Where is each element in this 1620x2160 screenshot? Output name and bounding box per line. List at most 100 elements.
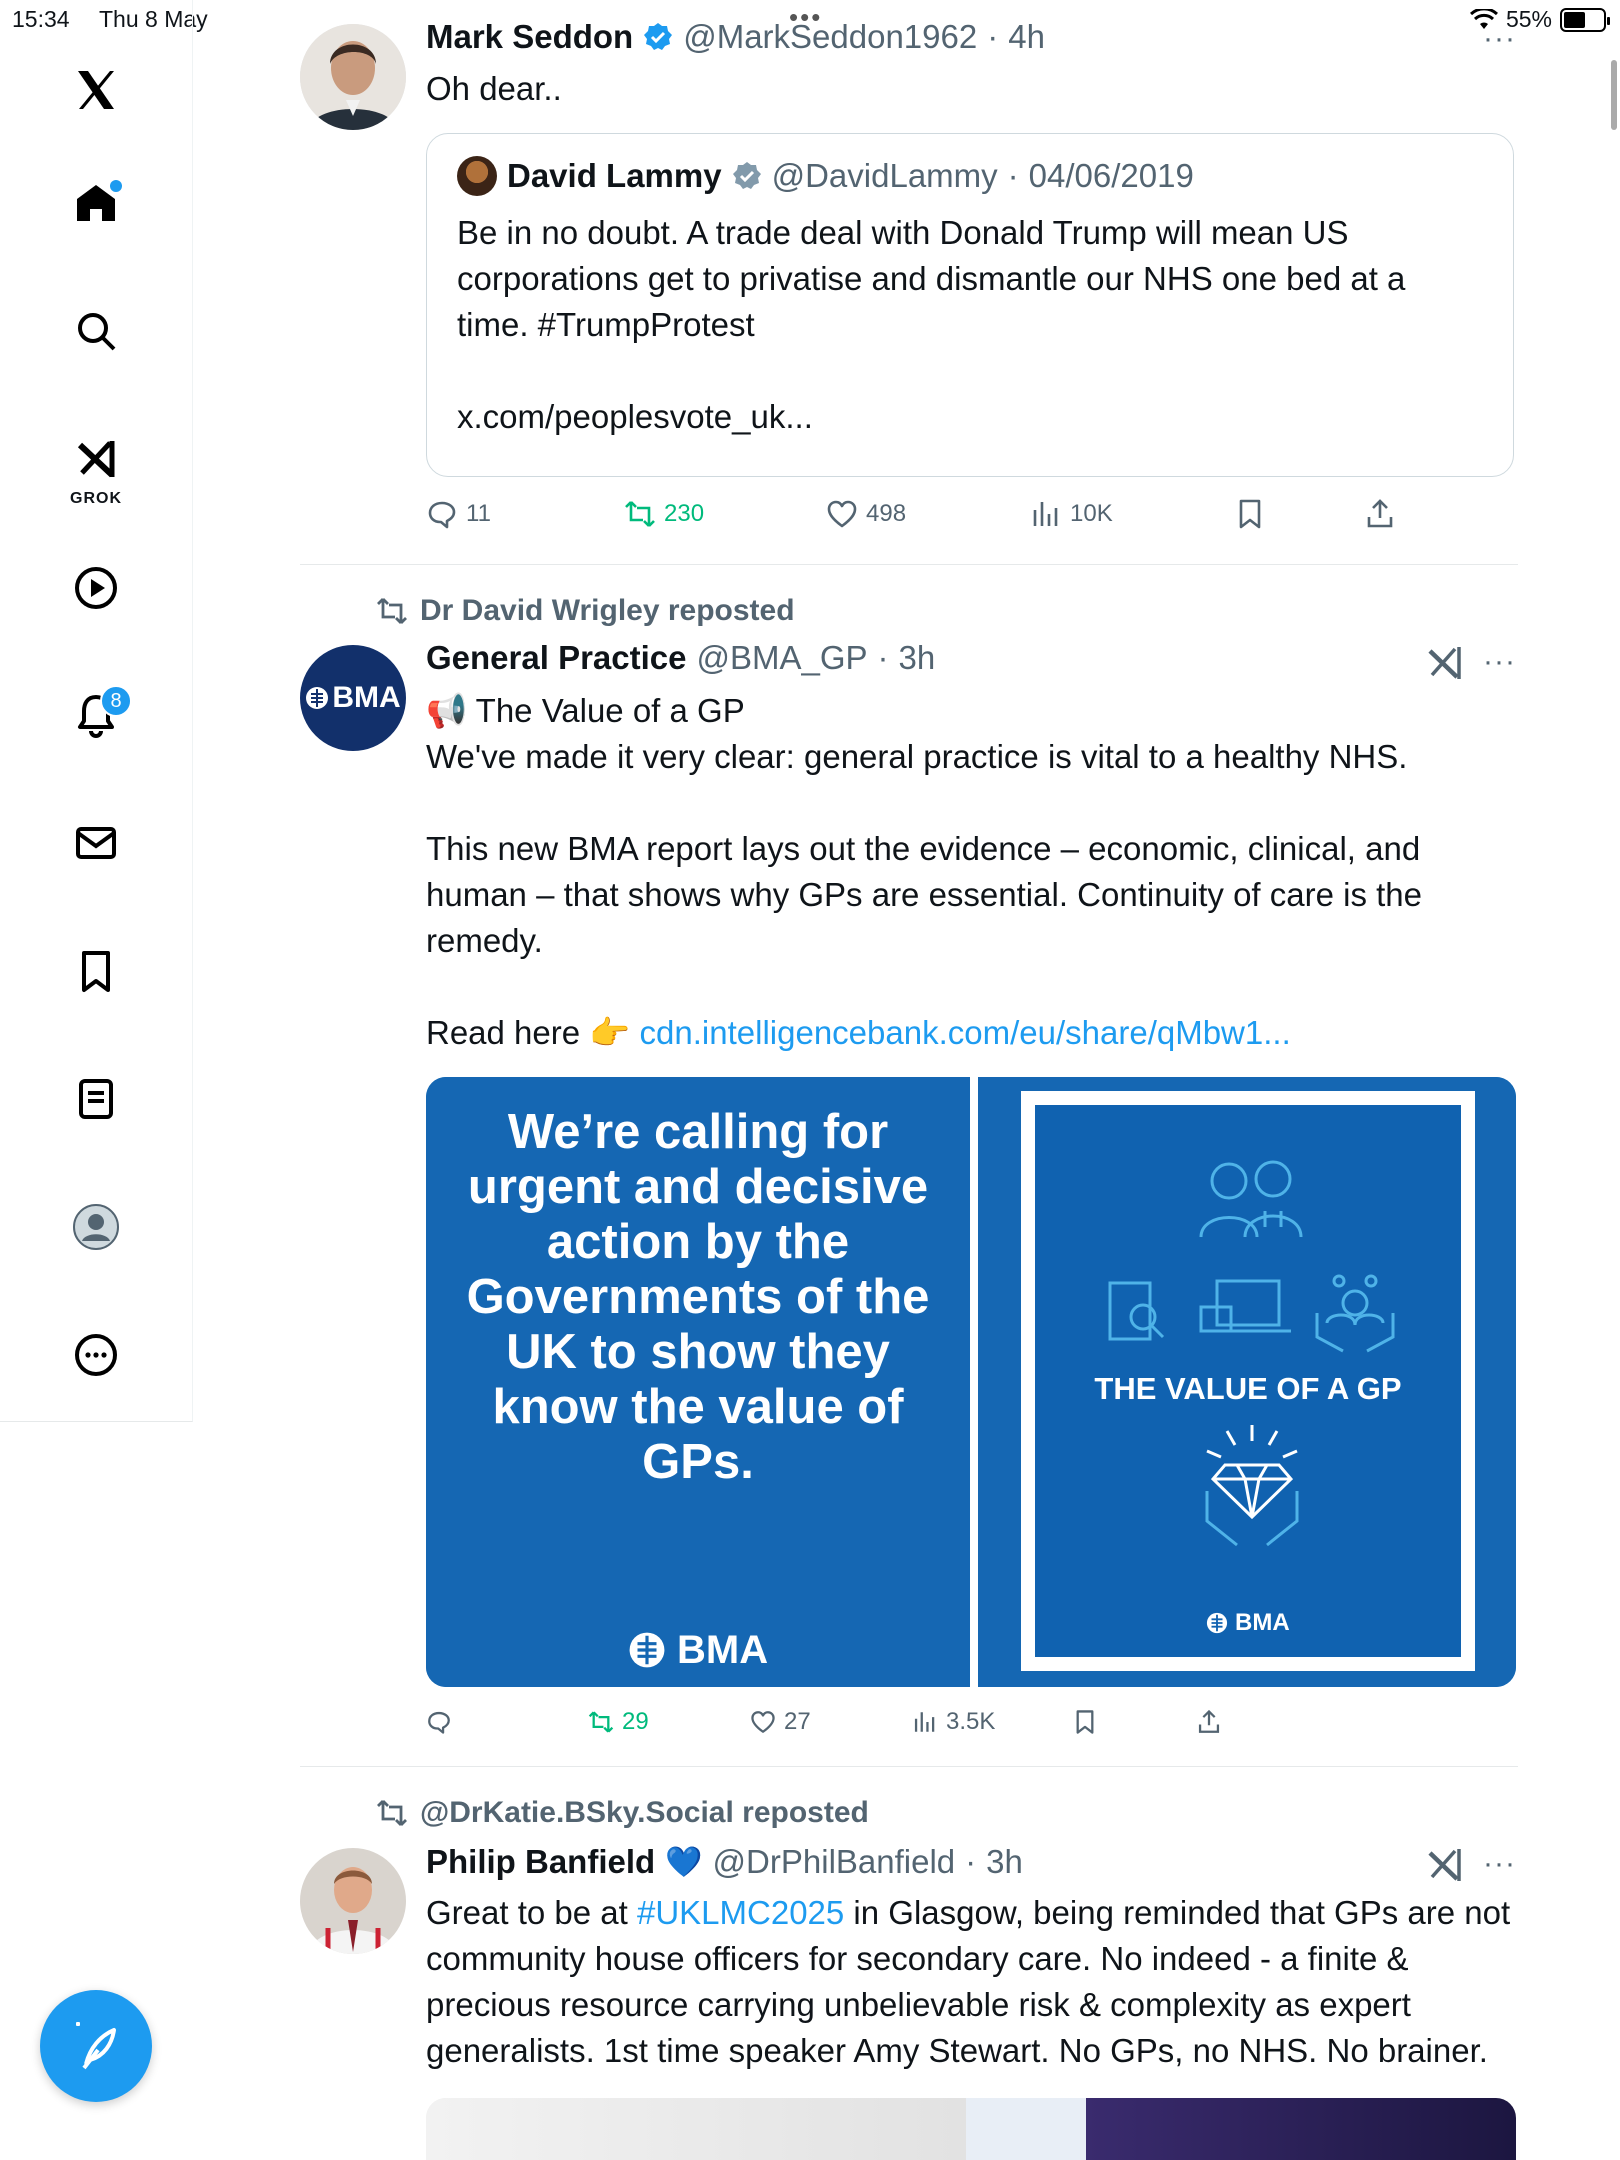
scrollbar[interactable] [1611, 60, 1617, 130]
tweet-2-sep: · [877, 639, 889, 676]
views-count: 10K [1070, 500, 1113, 527]
grok-nav-item[interactable]: GROK [56, 418, 136, 514]
lists-icon[interactable] [56, 1059, 136, 1139]
notifications-bell-icon[interactable]: 8 [56, 675, 136, 755]
tweet-3-text: Great to be at #UKLMC2025 in Glasgow, be… [426, 1890, 1520, 2074]
bookmark-icon [1076, 1710, 1094, 1734]
quote-date: 04/06/2019 [1028, 157, 1194, 194]
reply-button[interactable]: 11 [426, 498, 624, 530]
tweet-1-handle[interactable]: @MarkSeddon1962 [683, 18, 977, 56]
report-cover-title: THE VALUE OF A GP [1094, 1371, 1402, 1406]
tweet-2-media[interactable]: We’re calling for urgent and decisive ac… [426, 1077, 1516, 1687]
tweet-3-author-name[interactable]: Philip Banfield [426, 1843, 655, 1881]
share-icon [1198, 1709, 1220, 1733]
repost-button[interactable]: 29 [588, 1708, 750, 1736]
bma-avatar-logo: BMA [305, 681, 401, 715]
avatar-philip-banfield[interactable] [300, 1848, 406, 1954]
repost-button[interactable]: 230 [624, 498, 826, 530]
quote-avatar [457, 156, 497, 196]
share-button[interactable] [1364, 498, 1396, 530]
video-play-icon[interactable] [56, 548, 136, 628]
reply-button[interactable] [426, 1709, 588, 1735]
tweet-3-grok-icon[interactable] [1425, 1845, 1465, 1885]
tweet-1-more-icon[interactable]: ··· [1483, 22, 1516, 56]
views-count: 3.5K [946, 1708, 996, 1735]
x-logo-icon[interactable] [56, 50, 136, 130]
reply-icon [428, 501, 456, 529]
report-cover-brand: BMA [1035, 1609, 1461, 1637]
tweet-2-reposted-by: Dr David Wrigley reposted [420, 594, 795, 627]
tweet-2-body: 📢 The Value of a GP We've made it very c… [426, 688, 1516, 1056]
quote-sep: · [1007, 157, 1019, 194]
quoted-tweet-card[interactable]: David Lammy @DavidLammy · 04/06/2019 Be … [426, 133, 1514, 477]
tweet-divider [300, 1766, 1518, 1767]
tweet-3-header: Philip Banfield 💙 @DrPhilBanfield · 3h [426, 1843, 1023, 1881]
tweet-2-header: General Practice @BMA_GP · 3h [426, 639, 935, 677]
quote-link[interactable]: x.com/peoplesvote_uk... [457, 394, 1483, 440]
profile-avatar-icon[interactable] [56, 1187, 136, 1267]
tweet-2-handle[interactable]: @BMA_GP [697, 639, 868, 677]
repost-indicator-icon [377, 598, 407, 624]
share-button[interactable] [1196, 1709, 1222, 1735]
tweet-3-repost-indicator[interactable]: @DrKatie.BSky.Social reposted [376, 1796, 869, 1830]
compose-post-button[interactable] [40, 1990, 152, 2102]
tweet-1-time[interactable]: 4h [1008, 18, 1045, 56]
like-count: 27 [784, 1708, 811, 1735]
bma-logo-icon [629, 1632, 665, 1668]
tweet-3-media-preview[interactable] [426, 2098, 1516, 2160]
messages-envelope-icon[interactable] [56, 803, 136, 883]
media-image-left[interactable]: We’re calling for urgent and decisive ac… [426, 1077, 970, 1687]
bookmarks-icon[interactable] [56, 931, 136, 1011]
diamond-hands-icon [1205, 1425, 1299, 1547]
home-icon[interactable] [56, 163, 136, 243]
tweet-2-actions: 29 27 3.5K [426, 1708, 1222, 1736]
report-cover: THE VALUE OF A GP BMA [1021, 1091, 1475, 1671]
home-unread-dot [110, 180, 122, 192]
bma-logo-icon [306, 687, 329, 709]
tweet-3-reposted-by: @DrKatie.BSky.Social reposted [420, 1796, 869, 1829]
repost-count: 29 [622, 1708, 649, 1735]
avatar-mark-seddon[interactable] [300, 24, 406, 130]
views-button[interactable]: 3.5K [912, 1708, 1072, 1736]
media-left-brand-label: BMA [677, 1628, 769, 1672]
report-cover-brand-label: BMA [1235, 1609, 1290, 1636]
like-button[interactable]: 27 [750, 1708, 912, 1736]
tweet-2-grok-icon[interactable] [1425, 643, 1465, 683]
share-icon [1367, 499, 1393, 528]
tweet-2-link[interactable]: cdn.intelligencebank.com/eu/share/qMbw1.… [640, 1014, 1291, 1051]
tweet-3-hashtag[interactable]: #UKLMC2025 [637, 1894, 844, 1931]
tweet-2-time[interactable]: 3h [899, 639, 936, 677]
bookmark-button[interactable] [1072, 1709, 1196, 1735]
tweet-3-more-icon[interactable]: ··· [1483, 1847, 1516, 1881]
media-left-callout: We’re calling for urgent and decisive ac… [466, 1105, 930, 1489]
tweet-2-author-name[interactable]: General Practice [426, 639, 687, 677]
tweet-1-actions: 11 230 498 10K [426, 498, 1396, 530]
tweet-2-title: 📢 The Value of a GP [426, 692, 745, 729]
tweet-1-sep: · [987, 18, 999, 55]
tweet-3-handle[interactable]: @DrPhilBanfield [713, 1843, 956, 1881]
notifications-badge: 8 [100, 685, 132, 717]
views-chart-icon [914, 1712, 935, 1732]
tweet-2-text-1: We've made it very clear: general practi… [426, 738, 1408, 775]
tweet-2-repost-indicator[interactable]: Dr David Wrigley reposted [376, 594, 795, 628]
like-button[interactable]: 498 [826, 498, 1030, 530]
views-button[interactable]: 10K [1030, 498, 1234, 530]
bookmark-button[interactable] [1234, 498, 1364, 530]
repost-count: 230 [664, 500, 705, 527]
avatar-bma-general-practice[interactable]: BMA [300, 645, 406, 751]
quote-handle: @DavidLammy [771, 157, 998, 194]
tweet-1-author-name[interactable]: Mark Seddon [426, 18, 633, 56]
tweet-3-time[interactable]: 3h [986, 1843, 1023, 1881]
reply-count: 11 [466, 500, 491, 527]
search-icon[interactable] [56, 291, 136, 371]
more-options-icon[interactable] [56, 1315, 136, 1395]
grok-label: GROK [70, 490, 122, 507]
heart-icon [827, 500, 857, 528]
quote-header: David Lammy @DavidLammy · 04/06/2019 [457, 156, 1483, 196]
media-image-right[interactable]: THE VALUE OF A GP BMA [978, 1077, 1516, 1687]
media-gap [970, 1077, 978, 1687]
quote-text: Be in no doubt. A trade deal with Donald… [457, 214, 1406, 343]
tweet-1-header: Mark Seddon @MarkSeddon1962 · 4h [426, 18, 1045, 56]
quote-verified-badge-icon [732, 162, 761, 189]
tweet-2-more-icon[interactable]: ··· [1483, 645, 1516, 679]
